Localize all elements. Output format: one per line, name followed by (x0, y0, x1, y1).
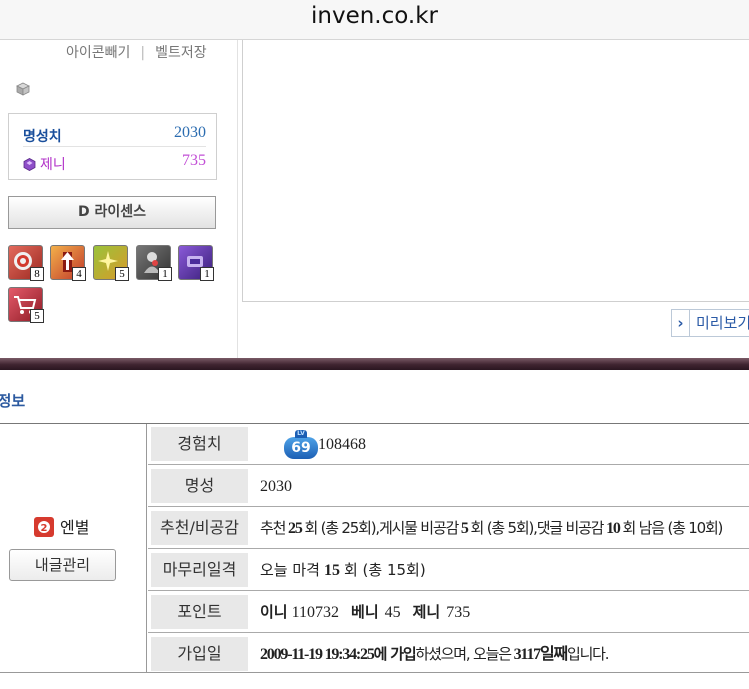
zeni-label: 제니 (40, 157, 66, 173)
fame-info-label: 명성 (151, 469, 248, 503)
link-separator: | (140, 45, 146, 61)
zeni-label-wrap: 제니 (23, 154, 66, 174)
points-values: 이니 110732 베니 45 제니 735 (260, 592, 470, 633)
recommend-post: 회 (총 25회), (304, 519, 380, 537)
level-tag: LV (295, 430, 307, 438)
content-preview-area (242, 40, 749, 302)
zeni-value: 735 (182, 152, 206, 169)
exp-label: 경험치 (151, 427, 248, 461)
comment-dislike-count: 10 (606, 520, 621, 537)
votes-row: 추천/비공감 추천 25 회 (총 25회),게시물 비공감 5 회 (총 5회… (148, 508, 749, 549)
item-slot-3[interactable]: 5 (93, 245, 129, 281)
fame-label: 명성치 (23, 129, 62, 145)
left-sidebar: 아이콘빼기 | 벨트저장 명성치 2030 제니 735 D 라이센스 8 4 … (0, 40, 238, 360)
item-count: 1 (158, 267, 172, 281)
zeni-gem-icon (23, 158, 36, 171)
votes-label: 추천/비공감 (151, 511, 248, 545)
item-slot-1[interactable]: 8 (8, 245, 44, 281)
finish-label: 마무리일격 (151, 553, 248, 587)
finish-count: 15 (323, 562, 340, 579)
item-count: 5 (30, 309, 44, 323)
item-slot-5[interactable]: 1 (178, 245, 214, 281)
finish-row: 마무리일격 오늘 마격 15 회 (총 15회) (148, 550, 749, 591)
icon-pull-link[interactable]: 아이콘빼기 (66, 45, 130, 61)
recommend-count: 25 (288, 520, 303, 537)
joined-mid: 하셨으며, 오늘은 (415, 645, 512, 663)
user-level-icon: 2 (34, 517, 54, 537)
item-slot-4[interactable]: 1 (136, 245, 172, 281)
fame-value: 2030 (174, 124, 206, 141)
fame-info-value: 2030 (260, 478, 292, 495)
exp-values: LV 69 108468 (266, 424, 366, 465)
icon-links: 아이콘빼기 | 벨트저장 (66, 42, 207, 62)
votes-values: 추천 25 회 (총 25회),게시물 비공감 5 회 (총 5회),댓글 비공… (260, 508, 724, 549)
joined-label: 가입일 (151, 637, 248, 671)
joined-date-suffix: 에 가입 (373, 645, 417, 663)
beni-value: 45 (384, 604, 401, 621)
beni-label: 베니 (351, 603, 379, 621)
section-divider (0, 358, 749, 370)
url-text: inven.co.kr (310, 3, 439, 29)
item-slot-2[interactable]: 4 (50, 245, 86, 281)
belt-save-link[interactable]: 벨트저장 (155, 45, 207, 61)
joined-days: 3117일째 (513, 646, 569, 663)
comment-dislike-pre: 댓글 비공감 (536, 519, 605, 537)
nickname-text: 엔별 (60, 518, 90, 537)
ini-label: 이니 (260, 603, 288, 621)
item-count: 1 (200, 267, 214, 281)
svg-text:2: 2 (41, 523, 48, 534)
item-slot-6[interactable]: 5 (8, 287, 44, 323)
comment-dislike-post: 회 남음 (총 10회) (622, 519, 724, 537)
recommend-pre: 추천 (260, 519, 286, 537)
zeni-row: 제니 735 (23, 149, 206, 175)
finish-post: 회 (총 15회) (343, 561, 426, 579)
profile-cell: 2 엔별 내글관리 (0, 424, 147, 673)
exp-value: 108468 (318, 436, 366, 453)
level-badge-icon: LV 69 (284, 430, 318, 459)
joined-row: 가입일 2009-11-19 19:34:25에 가입하셨으며, 오늘은 311… (148, 634, 749, 675)
d-license-button[interactable]: D 라이센스 (8, 196, 216, 229)
browser-url-bar[interactable]: inven.co.kr (0, 0, 749, 40)
zeni-points-value: 735 (446, 604, 471, 621)
stat-box: 명성치 2030 제니 735 (8, 113, 217, 180)
points-row: 포인트 이니 110732 베니 45 제니 735 (148, 592, 749, 633)
fame-row-info: 명성 2030 (148, 466, 749, 507)
post-dislike-count: 5 (460, 520, 469, 537)
fame-row: 명성치 2030 (23, 121, 206, 147)
zeni-points-label: 제니 (412, 603, 441, 621)
section-title: 활동정보 (0, 390, 53, 411)
post-dislike-pre: 게시물 비공감 (378, 519, 459, 537)
level-number: 69 (291, 440, 311, 456)
points-label: 포인트 (151, 595, 248, 629)
item-count: 5 (115, 267, 129, 281)
exp-row: 경험치 LV 69 108468 (148, 424, 749, 465)
item-count: 8 (30, 267, 44, 281)
preview-button[interactable]: › 미리보기 (671, 309, 749, 337)
preview-button-label: 미리보기 (696, 314, 749, 332)
my-posts-button[interactable]: 내글관리 (9, 549, 116, 581)
section-title-text: 활동정보 (0, 392, 26, 410)
finish-pre: 오늘 마격 (260, 561, 320, 579)
item-count: 4 (72, 267, 86, 281)
joined-values: 2009-11-19 19:34:25에 가입하셨으며, 오늘은 3117일째입… (260, 634, 610, 675)
post-dislike-post: 회 (총 5회), (470, 519, 538, 537)
nickname[interactable]: 2 엔별 (34, 514, 89, 538)
cube-icon (16, 82, 30, 96)
chevron-right-icon: › (672, 310, 690, 336)
joined-end: 입니다. (566, 645, 610, 663)
finish-values: 오늘 마격 15 회 (총 15회) (260, 550, 426, 591)
joined-date: 2009-11-19 19:34:25 (260, 646, 375, 663)
activity-info-table: 2 엔별 내글관리 경험치 LV 69 108468 명성 2030 추천/비공감 … (0, 423, 749, 673)
ini-value: 110732 (291, 604, 340, 621)
